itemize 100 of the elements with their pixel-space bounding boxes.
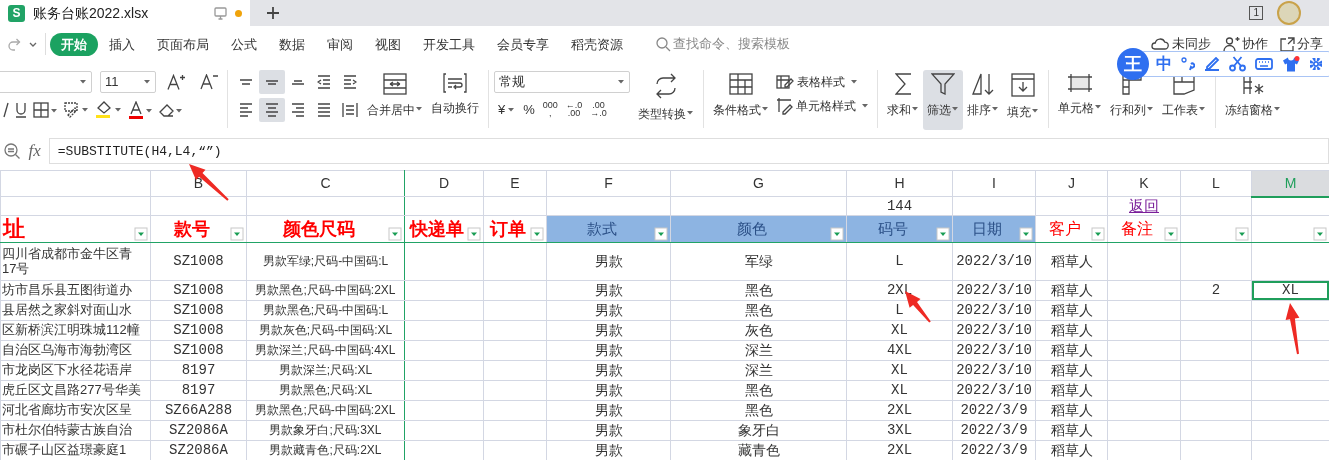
zoom-icon[interactable]	[4, 142, 21, 160]
filter-dropdown-button[interactable]	[134, 227, 148, 241]
ime-logo[interactable]: 王	[1117, 48, 1149, 80]
number-format-button[interactable]: ¥	[494, 98, 520, 122]
cell-button[interactable]: 单元格	[1054, 70, 1106, 130]
column-header[interactable]: C	[246, 170, 405, 197]
font-color-icon[interactable]	[128, 100, 153, 120]
filter-dropdown-button[interactable]	[388, 227, 402, 241]
align-button[interactable]	[259, 70, 285, 94]
number-format-button[interactable]: %	[519, 98, 539, 122]
filter-dropdown-button[interactable]	[467, 227, 481, 241]
filter-dropdown-button[interactable]	[1164, 227, 1178, 241]
table-style-button[interactable]: 表格样式	[773, 70, 861, 94]
merge-icon	[383, 73, 407, 95]
column-header[interactable]: G	[670, 170, 847, 197]
sum-button[interactable]: 求和	[883, 70, 923, 130]
scissors-icon[interactable]	[1229, 56, 1247, 72]
format-brush-icon[interactable]	[64, 102, 89, 118]
column-header[interactable]: E	[483, 170, 547, 197]
number-format-button[interactable]: ←.0 .00	[561, 98, 587, 122]
italic-icon[interactable]	[3, 102, 9, 118]
table-cell: 自治区乌海市海勃湾区	[0, 340, 151, 361]
annotation-arrow	[1285, 303, 1300, 355]
eraser-icon[interactable]	[159, 103, 183, 117]
table-cell: 2022/3/10	[952, 242, 1036, 281]
header-label: 款号	[172, 218, 211, 240]
caret-icon[interactable]	[28, 41, 37, 47]
merge-center-button[interactable]: 合并居中	[363, 70, 427, 130]
filter-dropdown-button[interactable]	[1091, 227, 1105, 241]
header-label: 址	[3, 216, 26, 242]
punctuation-icon[interactable]	[1181, 57, 1196, 71]
table-cell: 象牙白	[670, 420, 847, 441]
menu-tab[interactable]: 开发工具	[411, 32, 486, 56]
gear-icon[interactable]	[1309, 58, 1322, 70]
monitor-icon[interactable]	[214, 6, 227, 20]
column-header[interactable]: F	[546, 170, 671, 197]
number-format-button[interactable]: 000 ,	[538, 98, 562, 122]
collaborate-button[interactable]: 协作	[1216, 34, 1274, 54]
convert-type-button[interactable]: 类型转换	[634, 70, 698, 130]
document-tab[interactable]: S 账务台账2022.xlsx	[0, 0, 250, 26]
filter-dropdown-button[interactable]	[530, 227, 544, 241]
header-label: 备注	[1120, 219, 1154, 239]
menu-tab[interactable]: 数据	[267, 32, 316, 56]
underline-icon[interactable]	[15, 102, 27, 118]
pen-icon[interactable]	[1204, 57, 1221, 71]
function-label[interactable]: fx	[28, 138, 41, 164]
number-format-button[interactable]: .00 →.0	[586, 98, 611, 122]
keyboard-icon[interactable]	[1255, 58, 1274, 70]
menu-tab[interactable]: 会员专享	[485, 32, 560, 56]
menu-tab[interactable]: 公式	[219, 32, 268, 56]
table-cell: 市龙岗区下水径花语岸	[0, 360, 151, 381]
column-header[interactable]: D	[404, 170, 484, 197]
menu-tab[interactable]: 插入	[97, 32, 146, 56]
number-format-select[interactable]: 常规	[494, 71, 630, 93]
filter-button[interactable]: 筛选	[923, 70, 963, 130]
filter-dropdown-button[interactable]	[936, 227, 950, 241]
menu-tab[interactable]: 页面布局	[145, 32, 220, 56]
cell-style-button[interactable]: 单元格样式	[773, 94, 872, 118]
table-cell: 军绿	[670, 242, 847, 281]
fill-button[interactable]: 填充	[1003, 70, 1043, 130]
filter-dropdown-button[interactable]	[1313, 227, 1327, 241]
table-cell: XL	[846, 360, 953, 381]
column-header[interactable]: J	[1035, 170, 1108, 197]
borders-icon[interactable]	[33, 102, 58, 118]
column-header[interactable]: K	[1107, 170, 1181, 197]
active-cell[interactable]: XL	[1251, 280, 1329, 301]
font-size-select[interactable]: 11	[100, 71, 156, 93]
filter-dropdown-button[interactable]	[230, 227, 244, 241]
table-cell: 2022/3/10	[952, 300, 1036, 321]
sort-button[interactable]: 排序	[963, 70, 1003, 130]
wrap-text-button[interactable]: 自动换行	[427, 70, 483, 130]
conditional-format-button[interactable]: 条件格式	[709, 70, 773, 130]
increase-font-icon[interactable]	[167, 73, 186, 91]
column-header[interactable]: L	[1180, 170, 1252, 197]
plus-icon[interactable]	[266, 6, 280, 20]
freeze-panes-button[interactable]: 冻结窗格	[1221, 70, 1285, 130]
filter-dropdown-button[interactable]	[1019, 227, 1033, 241]
table-cell: 县居然之家斜对面山水	[0, 300, 151, 321]
column-header[interactable]: I	[952, 170, 1036, 197]
menu-tab[interactable]: 审阅	[315, 32, 364, 56]
table-cell: 2	[1180, 280, 1252, 301]
menu-tab[interactable]: 稻壳资源	[559, 32, 634, 56]
table-cell: 黑色	[670, 380, 847, 401]
table-cell: 男款	[546, 360, 671, 381]
filter-dropdown-button[interactable]	[654, 227, 668, 241]
filter-dropdown-button[interactable]	[830, 227, 844, 241]
fill-color-icon[interactable]	[95, 101, 122, 119]
align-button[interactable]	[259, 98, 285, 122]
search-field[interactable]: 查找命令、搜索模板	[670, 34, 801, 54]
share-button[interactable]: 分享	[1274, 34, 1329, 54]
column-header[interactable]: H	[846, 170, 953, 197]
menu-tab[interactable]: 视图	[363, 32, 412, 56]
table-cell: 市杜尔伯特蒙古族自治	[0, 420, 151, 441]
table-cell: 男款军绿;尺码-中国码:L	[246, 242, 405, 281]
formula-field[interactable]: =SUBSTITUTE(H4,L4,“”)	[48, 138, 1329, 164]
shirt-icon[interactable]	[1282, 55, 1301, 73]
table-cell: 男款	[546, 380, 671, 401]
filter-dropdown-button[interactable]	[1235, 227, 1249, 241]
window-count[interactable]: 1	[1249, 6, 1263, 20]
decrease-font-icon[interactable]	[200, 74, 219, 90]
